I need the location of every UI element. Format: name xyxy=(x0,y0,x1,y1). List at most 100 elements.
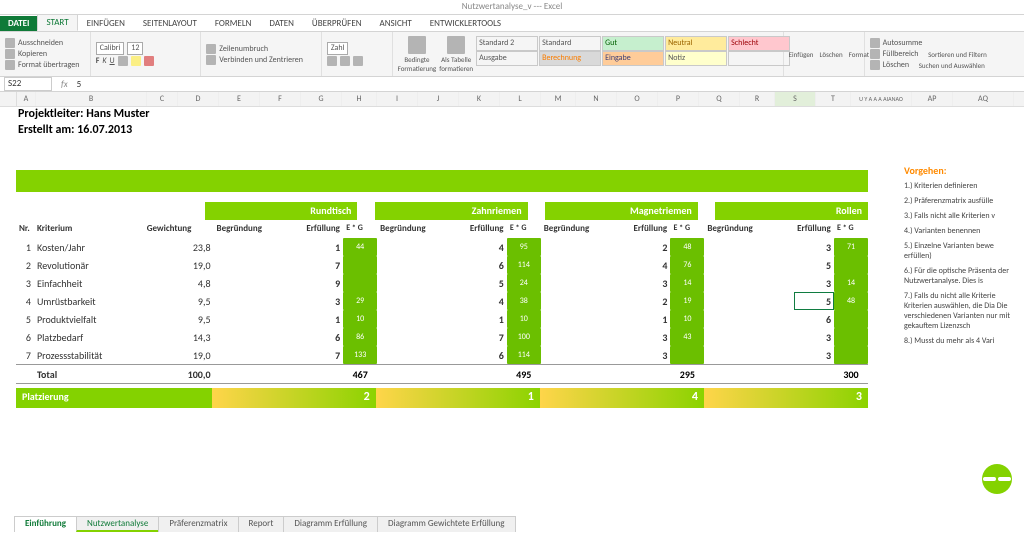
cell-nr[interactable]: 6 xyxy=(16,328,34,346)
cell-beg[interactable] xyxy=(377,310,467,328)
name-box[interactable]: S22 xyxy=(4,77,52,91)
cell-erf[interactable]: 1 xyxy=(303,238,343,256)
cell-nr[interactable]: 4 xyxy=(16,292,34,310)
cell-beg[interactable] xyxy=(214,346,304,364)
cell-beg[interactable] xyxy=(214,256,304,274)
cell-eg[interactable]: 48 xyxy=(670,238,704,256)
align-icon[interactable] xyxy=(206,44,216,54)
cell-erf[interactable]: 2 xyxy=(631,238,671,256)
tab-seitenlayout[interactable]: SEITENLAYOUT xyxy=(134,15,206,31)
sheet-tab-diag-erf[interactable]: Diagramm Erfüllung xyxy=(283,516,378,532)
cut-button[interactable]: Ausschneiden xyxy=(18,38,63,48)
cond-format-icon[interactable] xyxy=(408,36,426,54)
cell-erf[interactable]: 6 xyxy=(303,328,343,346)
sheet-content[interactable]: Projektleiter: Hans Muster Erstellt am: … xyxy=(16,106,1024,408)
cell-eg[interactable]: 71 xyxy=(834,238,868,256)
cell-beg[interactable] xyxy=(541,310,631,328)
cond-format-button[interactable]: Bedingte Formatierung xyxy=(398,55,437,73)
cell-eg[interactable]: 38 xyxy=(507,292,541,310)
style-gut[interactable]: Gut xyxy=(602,36,664,51)
col-n[interactable]: N xyxy=(576,92,617,106)
clear-button[interactable]: Löschen xyxy=(883,60,909,70)
cell-erf[interactable]: 6 xyxy=(794,310,834,328)
cell-nr[interactable]: 1 xyxy=(16,238,34,256)
cell-beg[interactable] xyxy=(377,238,467,256)
cell-eg[interactable] xyxy=(834,346,868,364)
cell-gew[interactable]: 4,8 xyxy=(144,274,214,292)
sheet-tab-einfuehrung[interactable]: Einführung xyxy=(14,516,77,532)
tab-daten[interactable]: DATEN xyxy=(260,15,303,31)
cell-erf[interactable]: 3 xyxy=(794,274,834,292)
col-h[interactable]: H xyxy=(342,92,377,106)
cell-eg[interactable] xyxy=(834,310,868,328)
format-painter-button[interactable]: Format übertragen xyxy=(18,60,79,70)
col-e[interactable]: E xyxy=(219,92,260,106)
clear-icon[interactable] xyxy=(870,60,880,70)
cell-beg[interactable] xyxy=(214,274,304,292)
cell-erf[interactable]: 7 xyxy=(303,256,343,274)
col-q[interactable]: Q xyxy=(699,92,740,106)
cell-beg[interactable] xyxy=(214,310,304,328)
cell-eg[interactable] xyxy=(834,328,868,346)
cell-eg[interactable]: 44 xyxy=(343,238,377,256)
cell-erf[interactable]: 3 xyxy=(631,328,671,346)
cell-kriterium[interactable]: Kosten/Jahr xyxy=(34,238,144,256)
cell-beg[interactable] xyxy=(377,292,467,310)
cell-kriterium[interactable]: Platzbedarf xyxy=(34,328,144,346)
cell-erf[interactable]: 3 xyxy=(794,346,834,364)
autosum-button[interactable]: Autosumme xyxy=(883,38,923,48)
cell-erf[interactable]: 4 xyxy=(467,238,507,256)
cell-nr[interactable]: 3 xyxy=(16,274,34,292)
col-t[interactable]: T xyxy=(816,92,851,106)
sort-button[interactable]: Sortieren und Filtern xyxy=(928,50,987,59)
style-notiz[interactable]: Notiz xyxy=(665,51,727,66)
cell-eg[interactable] xyxy=(343,274,377,292)
cell-gew[interactable]: 19,0 xyxy=(144,346,214,364)
cell-eg[interactable] xyxy=(343,256,377,274)
col-b[interactable]: B xyxy=(36,92,147,106)
cell-gew[interactable]: 9,5 xyxy=(144,310,214,328)
tab-ueberpruefen[interactable]: ÜBERPRÜFEN xyxy=(303,15,371,31)
cell-kriterium[interactable]: Prozessstabilität xyxy=(34,346,144,364)
spreadsheet-grid[interactable]: A B C D E F G H I J K L M N O P Q R S T … xyxy=(0,92,1024,532)
cell-eg[interactable] xyxy=(670,346,704,364)
fill-color-icon[interactable] xyxy=(131,56,141,66)
cell-beg[interactable] xyxy=(214,328,304,346)
style-ausgabe[interactable]: Ausgabe xyxy=(476,51,538,66)
style-neutral[interactable]: Neutral xyxy=(665,36,727,51)
fill-icon[interactable] xyxy=(870,49,880,59)
merge-button[interactable]: Verbinden und Zentrieren xyxy=(219,55,303,65)
col-s[interactable]: S xyxy=(775,92,816,106)
col-aq[interactable]: AQ xyxy=(953,92,1014,106)
cell-beg[interactable] xyxy=(541,328,631,346)
col-c[interactable]: C xyxy=(147,92,178,106)
cell-nr[interactable]: 2 xyxy=(16,256,34,274)
col-g[interactable]: G xyxy=(301,92,342,106)
style-schlecht[interactable]: Schlecht xyxy=(728,36,790,51)
cell-gew[interactable]: 19,0 xyxy=(144,256,214,274)
cell-erf[interactable]: 1 xyxy=(467,310,507,328)
cell-erf[interactable]: 6 xyxy=(467,346,507,364)
cell-erf[interactable]: 9 xyxy=(303,274,343,292)
cell-eg[interactable]: 100 xyxy=(507,328,541,346)
cell-eg[interactable]: 48 xyxy=(834,292,868,310)
cell-kriterium[interactable]: Einfachheit xyxy=(34,274,144,292)
cell-erf[interactable]: 3 xyxy=(794,328,834,346)
table-format-icon[interactable] xyxy=(447,36,465,54)
font-size-select[interactable]: 12 xyxy=(127,42,143,55)
cell-beg[interactable] xyxy=(704,328,794,346)
cell-erf[interactable]: 3 xyxy=(631,346,671,364)
italic-button[interactable]: K xyxy=(102,56,106,66)
style-empty[interactable] xyxy=(728,51,790,66)
cell-eg[interactable]: 95 xyxy=(507,238,541,256)
cell-eg[interactable]: 114 xyxy=(507,256,541,274)
sheet-tab-report[interactable]: Report xyxy=(238,516,285,532)
fx-icon[interactable]: fx xyxy=(56,79,73,90)
col-j[interactable]: J xyxy=(418,92,459,106)
percent-icon[interactable] xyxy=(340,56,350,66)
col-o[interactable]: O xyxy=(617,92,658,106)
col-group[interactable]: U Y A A A AIANAO xyxy=(851,92,912,106)
cell-beg[interactable] xyxy=(541,346,631,364)
cell-beg[interactable] xyxy=(704,256,794,274)
delete-cells-button[interactable]: Löschen xyxy=(819,50,842,59)
